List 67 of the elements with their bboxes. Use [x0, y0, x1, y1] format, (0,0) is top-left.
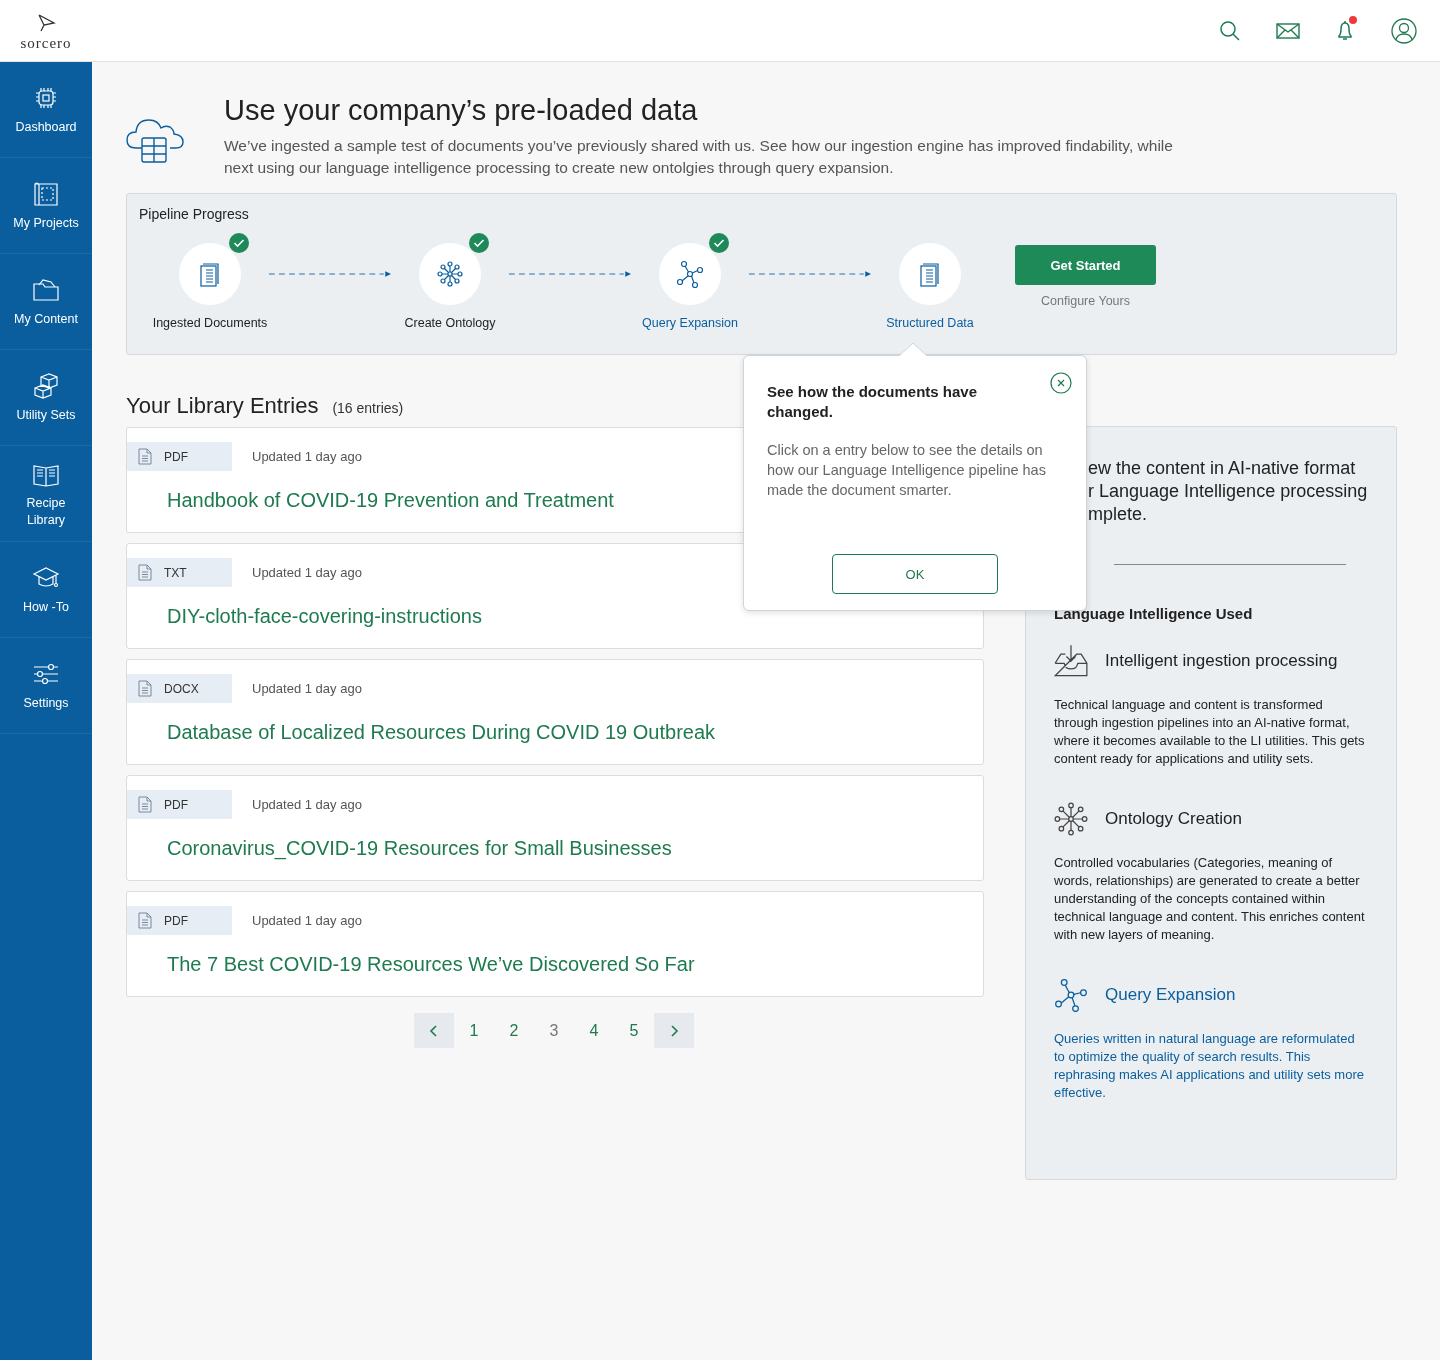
page-number[interactable]: 3	[534, 1013, 574, 1048]
pipeline-step-label: Ingested Documents	[152, 316, 268, 330]
pipeline-title: Pipeline Progress	[139, 206, 250, 222]
document-icon	[138, 796, 152, 813]
pipeline-step-label: Query Expansion	[642, 316, 738, 330]
get-started-button[interactable]: Get Started	[1015, 245, 1156, 285]
page-number[interactable]: 5	[614, 1013, 654, 1048]
notification-dot	[1349, 15, 1357, 24]
pipeline-step-label: Create Ontology	[404, 316, 496, 330]
network-icon	[435, 259, 465, 289]
section-title: Your Library Entries	[126, 393, 319, 419]
file-type: PDF	[164, 449, 188, 464]
entry-title-link[interactable]: Coronavirus_COVID-19 Resources for Small Businesses	[167, 837, 672, 860]
pipeline-step-label: Structured Data	[886, 316, 974, 330]
mail-icon	[1276, 22, 1300, 39]
feature-description: Controlled vocabularies (Categories, meaning of words, relationships) are generated to create a better understanding of the concepts contained within technical language and content. This enriches content with new layers of meaning.	[1054, 854, 1366, 944]
document-icon	[138, 564, 152, 581]
file-type: TXT	[164, 565, 187, 580]
chevron-left-icon	[429, 1024, 439, 1037]
logo-icon	[36, 13, 56, 32]
document-icon	[138, 448, 152, 465]
inbox-icon	[1054, 644, 1088, 678]
updated-time: Updated 1 day ago	[252, 913, 362, 928]
library-entry-card[interactable]: PDF Updated 1 day ago The 7 Best COVID-19 Resources We’ve Discovered So Far	[126, 891, 984, 997]
ok-button[interactable]: OK	[832, 554, 998, 594]
entry-title-link[interactable]: Handbook of COVID-19 Prevention and Treatment	[167, 489, 614, 512]
feature-title: Ontology Creation	[1105, 809, 1243, 829]
close-button[interactable]	[1050, 372, 1072, 394]
popover-title: See how the documents have changed.	[767, 382, 979, 422]
page-title: Use your company’s pre-loaded data	[224, 94, 699, 127]
library-entry-card[interactable]: PDF Updated 1 day ago Coronavirus_COVID-19 Resources for Small Businesses	[126, 775, 984, 881]
panel-title: Language Intelligence Used	[1054, 605, 1254, 622]
panel-intro-text: r Language Intelligence processing	[1088, 480, 1368, 503]
close-icon	[1050, 372, 1072, 394]
entry-title-link[interactable]: The 7 Best COVID-19 Resources We’ve Discovered So Far	[167, 953, 695, 976]
page-number[interactable]: 1	[454, 1013, 494, 1048]
feature-title: Query Expansion	[1105, 985, 1236, 1005]
library-entry-card[interactable]: DOCX Updated 1 day ago Database of Localized Resources During COVID 19 Outbreak	[126, 659, 984, 765]
panel-intro-text: mplete.	[1088, 503, 1149, 526]
network-icon	[1054, 802, 1088, 836]
file-type: PDF	[164, 797, 188, 812]
entry-count: (16 entries)	[332, 400, 404, 416]
button-caption: Configure Yours	[1041, 294, 1130, 308]
page-description: We’ve ingested a sample test of documents you’ve previously shared with us. See how our ingestion engine has improved findability, while next using our language intelligence processing to create new ontolgies through query expansion.	[224, 136, 1174, 178]
file-type: PDF	[164, 913, 188, 928]
updated-time: Updated 1 day ago	[252, 797, 362, 812]
chevron-right-icon	[669, 1024, 679, 1037]
panel-intro-text: ew the content in AI-native format	[1088, 457, 1357, 480]
feature-description: Queries written in natural language are reformulated to optimize the quality of search results. This rephrasing makes AI applications and utility sets more effective.	[1054, 1030, 1365, 1102]
updated-time: Updated 1 day ago	[252, 681, 362, 696]
file-type: DOCX	[164, 681, 199, 696]
molecule-icon	[1054, 978, 1088, 1012]
document-icon	[138, 680, 152, 697]
brand-name: sorcero	[20, 34, 72, 52]
entry-title-link[interactable]: Database of Localized Resources During COVID 19 Outbreak	[167, 721, 716, 744]
page-number[interactable]: 2	[494, 1013, 534, 1048]
updated-time: Updated 1 day ago	[252, 449, 362, 464]
search-icon	[1219, 19, 1241, 42]
document-icon	[138, 912, 152, 929]
cubes-icon	[31, 371, 61, 401]
page-number[interactable]: 4	[574, 1013, 614, 1048]
feature-description: Technical language and content is transformed through ingestion pipelines into an AI-native format, where it becomes available to the LI utilities. This gets content ready for applications and utility sets.	[1054, 696, 1366, 768]
entry-title-link[interactable]: DIY-cloth-face-covering-instructions	[167, 605, 482, 628]
feature-title: Intelligent ingestion processing	[1105, 651, 1338, 671]
molecule-icon	[675, 259, 705, 289]
updated-time: Updated 1 day ago	[252, 565, 362, 580]
user-icon	[1391, 17, 1417, 44]
